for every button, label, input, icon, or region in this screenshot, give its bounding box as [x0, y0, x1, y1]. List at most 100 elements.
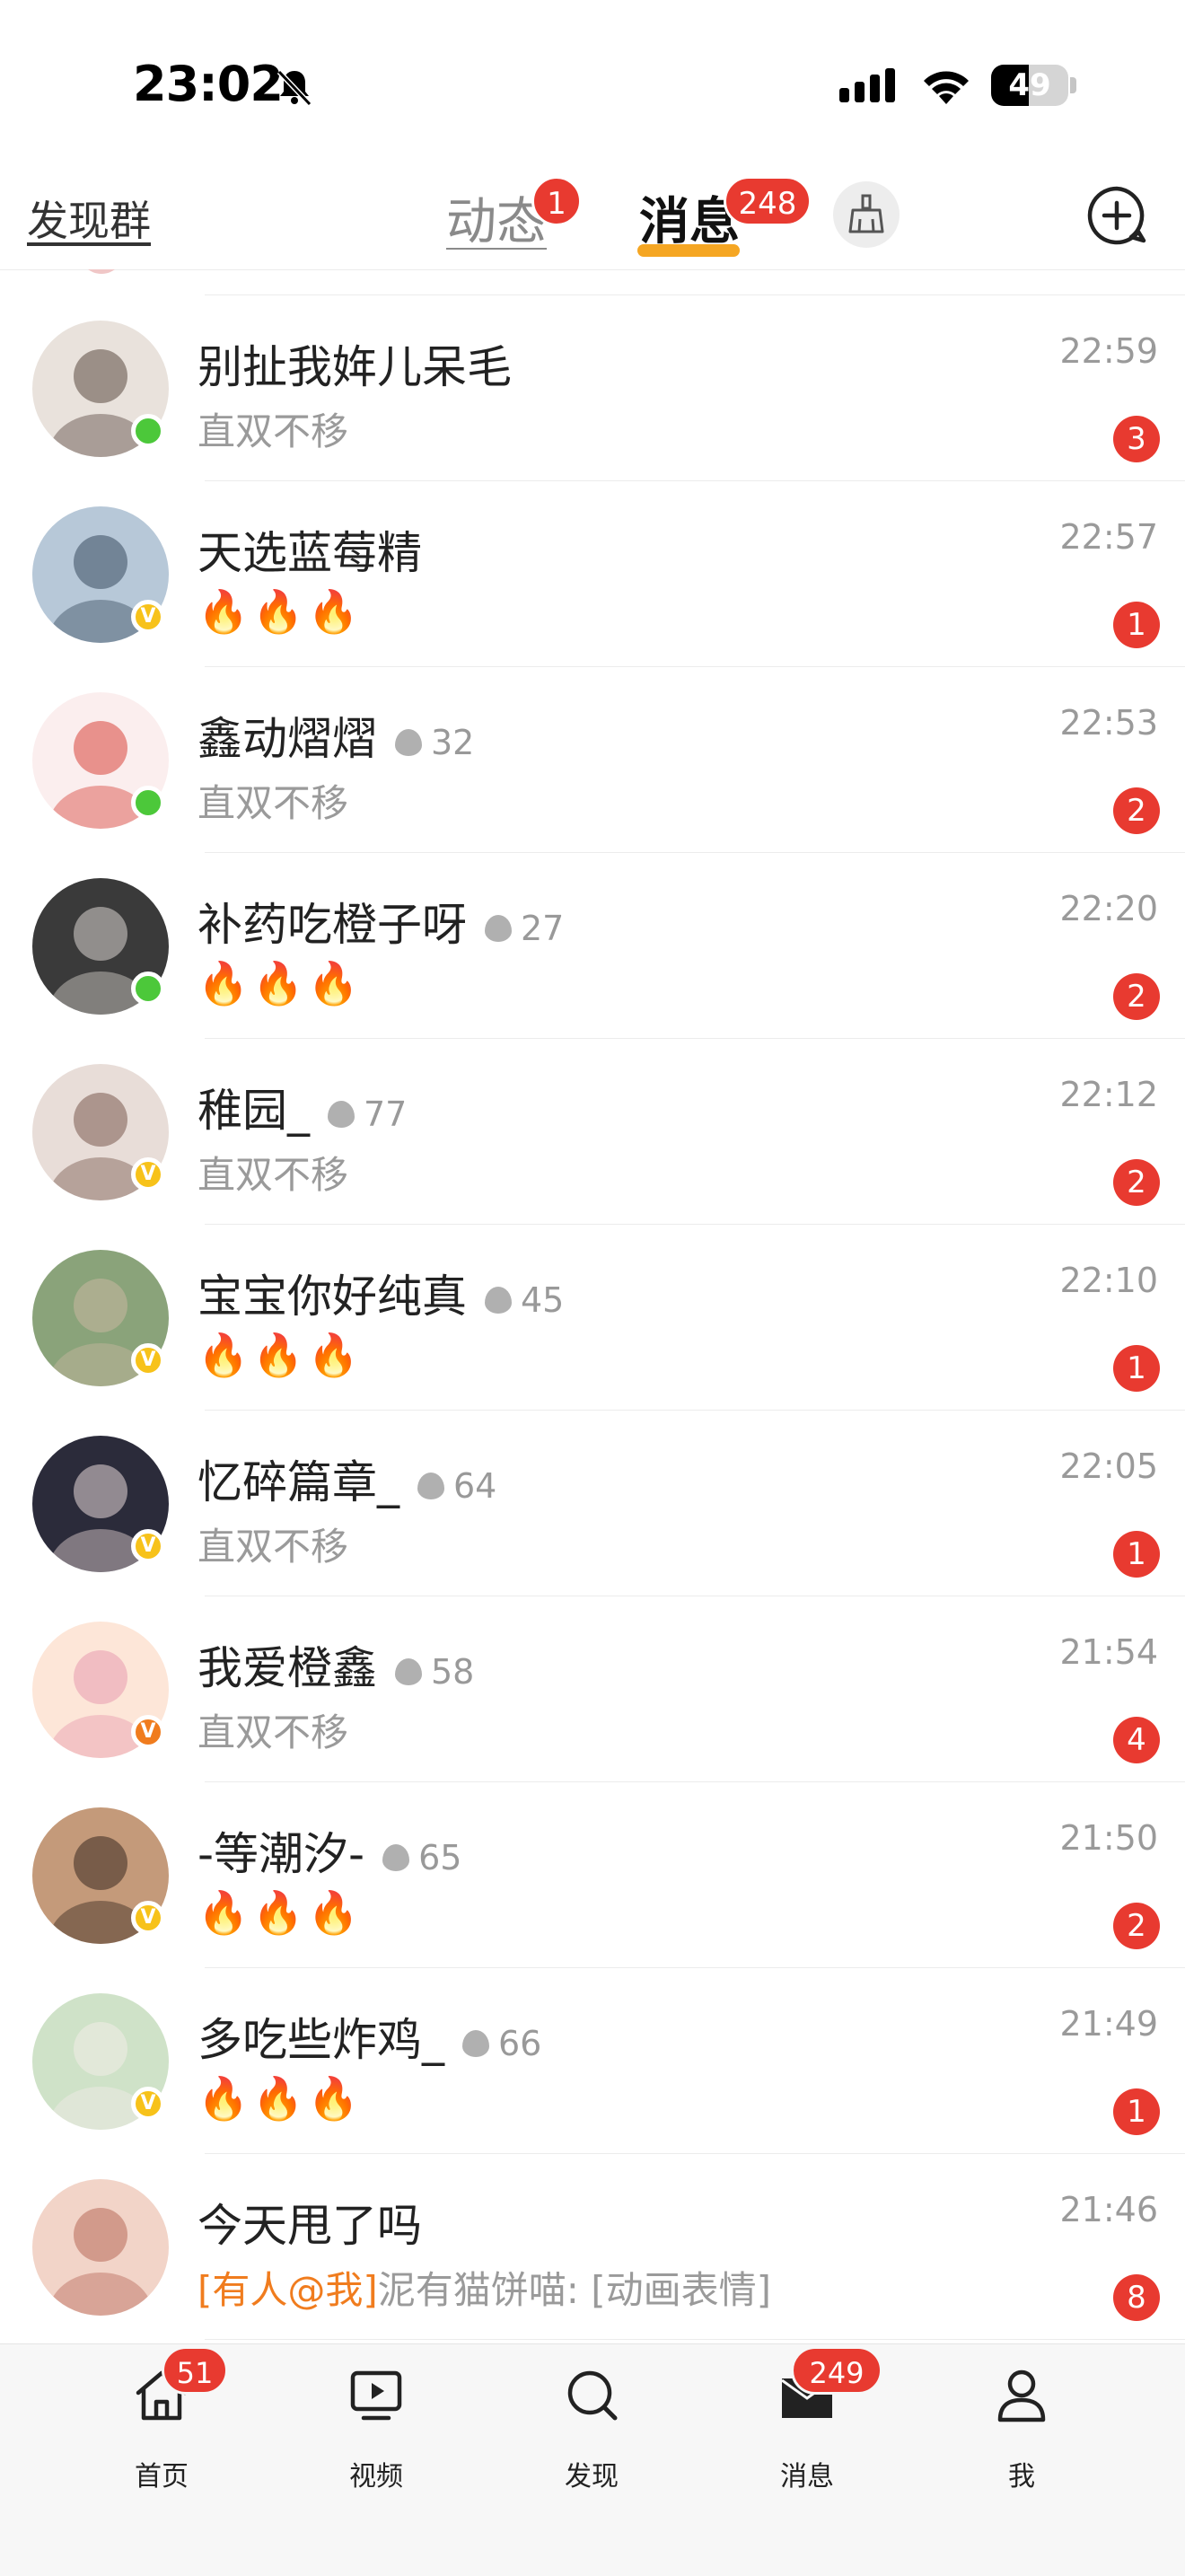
contact-name-text: 忆碎篇章_ — [198, 1456, 399, 1508]
contact-name-text: 多吃些炸鸡_ — [198, 2014, 444, 2066]
new-chat-button[interactable] — [1084, 183, 1149, 248]
unread-count-badge: 1 — [1113, 1531, 1160, 1578]
fire-streak-count: 58 — [431, 1651, 475, 1692]
contact-name: 忆碎篇章_ 64 — [198, 1446, 496, 1511]
fire-streak: 77 — [328, 1095, 407, 1134]
nav-item-me[interactable]: 我 — [959, 2366, 1084, 2501]
contact-name-text: 我爱橙鑫 — [198, 1642, 377, 1694]
verified-badge-icon: V — [131, 1901, 165, 1935]
nav-messages-badge: 249 — [791, 2346, 882, 2395]
verified-badge-icon: V — [131, 1529, 165, 1563]
nav-label: 我 — [1008, 2461, 1035, 2492]
message-preview: 直双不移 — [198, 1517, 348, 1571]
fire-streak-count: 64 — [453, 1465, 497, 1506]
mute-bell-icon — [276, 69, 312, 107]
conversation-row[interactable]: V 多吃些炸鸡_ 66 🔥🔥🔥 21:49 1 — [0, 1968, 1185, 2154]
message-preview-text: 🔥🔥🔥 — [198, 959, 363, 1007]
avatar[interactable] — [32, 2179, 169, 2316]
conversation-row[interactable]: V 天选蓝莓精 🔥🔥🔥 22:57 1 — [0, 481, 1185, 667]
contact-name-text: 今天甩了吗 — [198, 2200, 422, 2252]
contact-name-text: 天选蓝莓精 — [198, 527, 422, 579]
verified-badge-icon: V — [131, 1343, 165, 1377]
message-preview-text: 直双不移 — [198, 1525, 349, 1569]
verified-badge-icon: V — [131, 600, 165, 634]
clear-unread-button[interactable] — [833, 181, 900, 248]
message-preview: 直双不移 — [198, 1702, 348, 1757]
header-bar: 发现群 动态 1 消息 248 — [0, 171, 1185, 270]
unread-count-badge: 1 — [1113, 1345, 1160, 1392]
conversation-list[interactable]: 别扯我姩儿呆毛 直双不移 22:59 3 V 天选蓝莓精 🔥🔥🔥 22:57 1 鑫动熠熠 32 直双… — [0, 269, 1185, 2343]
add-chat-icon — [1087, 186, 1146, 245]
conversation-row[interactable]: 别扯我姩儿呆毛 直双不移 22:59 3 — [0, 295, 1185, 481]
contact-name: -等潮汐- 65 — [198, 1818, 461, 1883]
flame-icon — [395, 1657, 422, 1685]
unread-count-badge: 8 — [1113, 2274, 1160, 2321]
message-time: 22:57 — [1059, 517, 1158, 557]
nav-label: 视频 — [349, 2461, 403, 2492]
message-preview: 🔥🔥🔥 — [198, 1888, 363, 1938]
divider — [205, 2339, 1185, 2340]
nav-item-home[interactable]: 首页 51 — [99, 2346, 228, 2501]
unread-count-badge: 2 — [1113, 973, 1160, 1020]
message-preview: 直双不移 — [198, 401, 348, 456]
message-preview: [有人@我]泥有猫饼喵: [动画表情] — [198, 2260, 771, 2315]
fire-streak-count: 32 — [431, 722, 475, 762]
conversation-row[interactable]: 补药吃橙子呀 27 🔥🔥🔥 22:20 2 — [0, 853, 1185, 1039]
message-preview-text: 🔥🔥🔥 — [198, 1888, 363, 1937]
fire-streak: 27 — [485, 909, 564, 948]
flame-icon — [462, 2029, 489, 2057]
flame-icon — [417, 1472, 444, 1499]
message-preview: 直双不移 — [198, 773, 348, 828]
search-icon — [567, 2370, 618, 2421]
tab-dynamic-badge: 1 — [531, 176, 582, 226]
unread-count-badge: 1 — [1113, 2088, 1160, 2135]
nav-item-discover[interactable]: 发现 — [529, 2366, 654, 2501]
conversation-row[interactable]: V 宝宝你好纯真 45 🔥🔥🔥 22:10 1 — [0, 1225, 1185, 1411]
conversation-row[interactable]: V -等潮汐- 65 🔥🔥🔥 21:50 2 — [0, 1782, 1185, 1968]
flame-icon — [485, 914, 512, 942]
fire-streak: 64 — [417, 1466, 496, 1506]
broom-icon — [848, 194, 884, 233]
fire-streak-count: 65 — [418, 1837, 462, 1877]
conversation-row[interactable]: V 我爱橙鑫 58 直双不移 21:54 4 — [0, 1596, 1185, 1782]
conversation-row[interactable]: V 忆碎篇章_ 64 直双不移 22:05 1 — [0, 1411, 1185, 1596]
message-time: 22:12 — [1059, 1075, 1158, 1114]
fire-streak-count: 77 — [364, 1094, 408, 1134]
message-preview: 🔥🔥🔥 — [198, 959, 363, 1008]
nav-item-video[interactable]: 视频 — [313, 2366, 439, 2501]
contact-name: 多吃些炸鸡_ 66 — [198, 2004, 541, 2069]
message-time: 22:05 — [1059, 1446, 1158, 1486]
unread-count-badge: 2 — [1113, 1903, 1160, 1949]
message-preview-text: 直双不移 — [198, 1710, 349, 1754]
fire-streak: 66 — [462, 2024, 541, 2063]
profile-icon — [997, 2369, 1046, 2422]
message-preview: 直双不移 — [198, 1145, 348, 1200]
status-bar: 23:02 49 — [0, 0, 1185, 171]
verified-badge-icon: V — [131, 1157, 165, 1191]
online-status-dot — [131, 971, 165, 1006]
conversation-row[interactable]: V 稚园_ 77 直双不移 22:12 2 — [0, 1039, 1185, 1225]
message-time: 21:54 — [1059, 1632, 1158, 1672]
message-time: 22:20 — [1059, 889, 1158, 928]
avatar — [79, 269, 124, 274]
contact-name: 今天甩了吗 — [198, 2190, 422, 2255]
discover-group-link[interactable]: 发现群 — [27, 189, 151, 248]
fire-streak: 32 — [395, 723, 474, 762]
nav-label: 首页 — [135, 2461, 189, 2492]
fire-streak: 45 — [485, 1280, 564, 1320]
contact-name: 宝宝你好纯真 45 — [198, 1261, 564, 1325]
tab-dynamic[interactable]: 动态 — [446, 181, 547, 254]
nav-item-messages[interactable]: 消息 249 — [744, 2346, 882, 2501]
message-preview: 🔥🔥🔥 — [198, 587, 363, 637]
conversation-row[interactable]: 今天甩了吗 [有人@我]泥有猫饼喵: [动画表情] 21:46 8 — [0, 2154, 1185, 2340]
flame-icon — [395, 728, 422, 756]
bottom-nav-bar: 首页 51 视频 发现 消息 249 我 — [0, 2343, 1185, 2576]
fire-streak-count: 45 — [521, 1279, 565, 1320]
tab-messages-badge: 248 — [724, 176, 812, 226]
conversation-row[interactable]: 鑫动熠熠 32 直双不移 22:53 2 — [0, 667, 1185, 853]
flame-icon — [328, 1100, 355, 1128]
contact-name-text: 稚园_ — [198, 1085, 310, 1137]
contact-name: 稚园_ 77 — [198, 1075, 407, 1139]
flame-icon — [382, 1843, 410, 1871]
contact-name: 天选蓝莓精 — [198, 517, 422, 582]
